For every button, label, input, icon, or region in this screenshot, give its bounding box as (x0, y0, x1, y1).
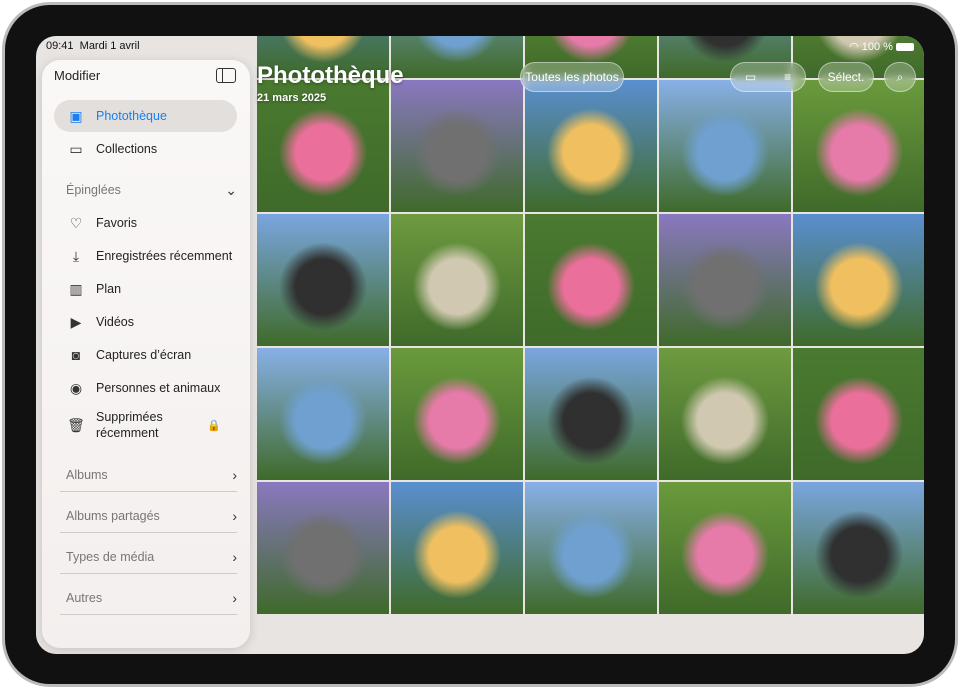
photo-thumbnail[interactable] (659, 80, 791, 212)
photo-thumbnail[interactable] (793, 80, 924, 212)
battery-icon (896, 43, 914, 52)
section-pinned[interactable]: Épinglées ⌄ (66, 179, 237, 201)
download-icon: ⤓ (72, 247, 80, 264)
label: Autres (66, 591, 103, 605)
photo-thumbnail[interactable] (391, 214, 523, 346)
label: Photothèque (96, 109, 167, 123)
battery-text: 100 % (861, 41, 893, 53)
label: Captures d’écran (96, 348, 192, 362)
heart-icon: ♡ (69, 214, 83, 231)
photo-thumbnail[interactable] (257, 482, 389, 614)
search-icon: ⌕ (896, 69, 904, 84)
sidebar-item-collections[interactable]: ▭ Collections (54, 133, 237, 165)
status-time: 09:41 Mardi 1 avril (46, 40, 140, 52)
select-button[interactable]: Sélect. (818, 62, 874, 92)
label: Collections (96, 142, 158, 156)
filter-button[interactable]: Toutes les photos (520, 62, 624, 92)
photo-library-icon: ▣ (69, 107, 83, 124)
section-shared-albums[interactable]: Albums partagés › (66, 505, 237, 527)
sidebar-item-favorites[interactable]: ♡ Favoris (54, 207, 237, 239)
photo-thumbnail[interactable] (525, 482, 657, 614)
sidebar-toggle-icon[interactable] (216, 68, 236, 83)
chevron-right-icon: › (232, 467, 237, 483)
photo-thumbnail[interactable] (793, 482, 924, 614)
label: Épinglées (66, 183, 121, 197)
video-icon: ▶ (70, 313, 82, 330)
sort-icon[interactable]: ≡ (784, 70, 791, 84)
section-other[interactable]: Autres › (66, 587, 237, 609)
label: Supprimées récemment (96, 410, 163, 440)
label: Personnes et animaux (96, 381, 221, 395)
status-right: ◠ 100 % (849, 40, 914, 53)
map-icon: ▥ (69, 280, 83, 297)
page-title: Photothèque (257, 62, 404, 89)
section-albums[interactable]: Albums › (66, 464, 237, 486)
sidebar-item-recently-deleted[interactable]: 🗑 Supprimées récemment 🔒 (54, 405, 237, 445)
photo-grid (257, 36, 924, 614)
view-controls: ▭ ≡ (730, 62, 806, 92)
sidebar-item-library[interactable]: ▣ Photothèque (54, 100, 237, 132)
divider (60, 614, 237, 615)
photo-thumbnail[interactable] (793, 348, 924, 480)
label: Plan (96, 282, 122, 296)
person-icon: ◉ (69, 379, 83, 396)
photo-thumbnail[interactable] (525, 348, 657, 480)
screen: 09:41 Mardi 1 avril ◠ 100 % Photothèque … (36, 36, 924, 654)
collections-icon: ▭ (69, 140, 83, 157)
photo-thumbnail[interactable] (793, 214, 924, 346)
chevron-right-icon: › (232, 508, 237, 524)
photo-thumbnail[interactable] (659, 214, 791, 346)
sidebar-item-videos[interactable]: ▶ Vidéos (54, 306, 237, 338)
label: Types de média (66, 550, 155, 564)
label: Albums partagés (66, 509, 160, 523)
time: 09:41 (46, 40, 74, 52)
divider (60, 532, 237, 533)
chevron-right-icon: › (232, 549, 237, 565)
trash-icon: 🗑 (67, 416, 85, 433)
sidebar-item-map[interactable]: ▥ Plan (54, 273, 237, 305)
photo-thumbnail[interactable] (391, 80, 523, 212)
label: Favoris (96, 216, 137, 230)
photo-thumbnail[interactable] (391, 348, 523, 480)
sidebar: Modifier ▣ Photothèque ▭ Collections Éping… (42, 60, 250, 648)
divider (60, 573, 237, 574)
edit-button[interactable]: Modifier (54, 68, 100, 83)
slideshow-icon[interactable]: ▭ (745, 70, 756, 84)
photo-thumbnail[interactable] (659, 482, 791, 614)
photo-thumbnail[interactable] (659, 348, 791, 480)
divider (60, 491, 237, 492)
chevron-right-icon: › (232, 590, 237, 606)
search-button[interactable]: ⌕ (884, 62, 916, 92)
label: Vidéos (96, 315, 134, 329)
photo-thumbnail[interactable] (391, 36, 523, 78)
page-date: 21 mars 2025 (257, 92, 327, 104)
sidebar-item-screenshots[interactable]: ◙ Captures d’écran (54, 339, 237, 371)
screenshot-icon: ◙ (71, 347, 81, 363)
photo-thumbnail[interactable] (391, 482, 523, 614)
section-media-types[interactable]: Types de média › (66, 546, 237, 568)
sidebar-item-recently-saved[interactable]: ⤓ Enregistrées récemment (54, 240, 237, 272)
lock-icon: 🔒 (207, 419, 221, 432)
photo-thumbnail[interactable] (525, 214, 657, 346)
photo-thumbnail[interactable] (257, 348, 389, 480)
label: Enregistrées récemment (96, 249, 233, 263)
wifi-icon: ◠ (849, 41, 859, 53)
chevron-down-icon: ⌄ (225, 181, 237, 198)
date: Mardi 1 avril (79, 40, 140, 52)
photo-thumbnail[interactable] (257, 214, 389, 346)
photo-thumbnail[interactable] (525, 80, 657, 212)
sidebar-item-people[interactable]: ◉ Personnes et animaux (54, 372, 237, 404)
label: Albums (66, 468, 108, 482)
